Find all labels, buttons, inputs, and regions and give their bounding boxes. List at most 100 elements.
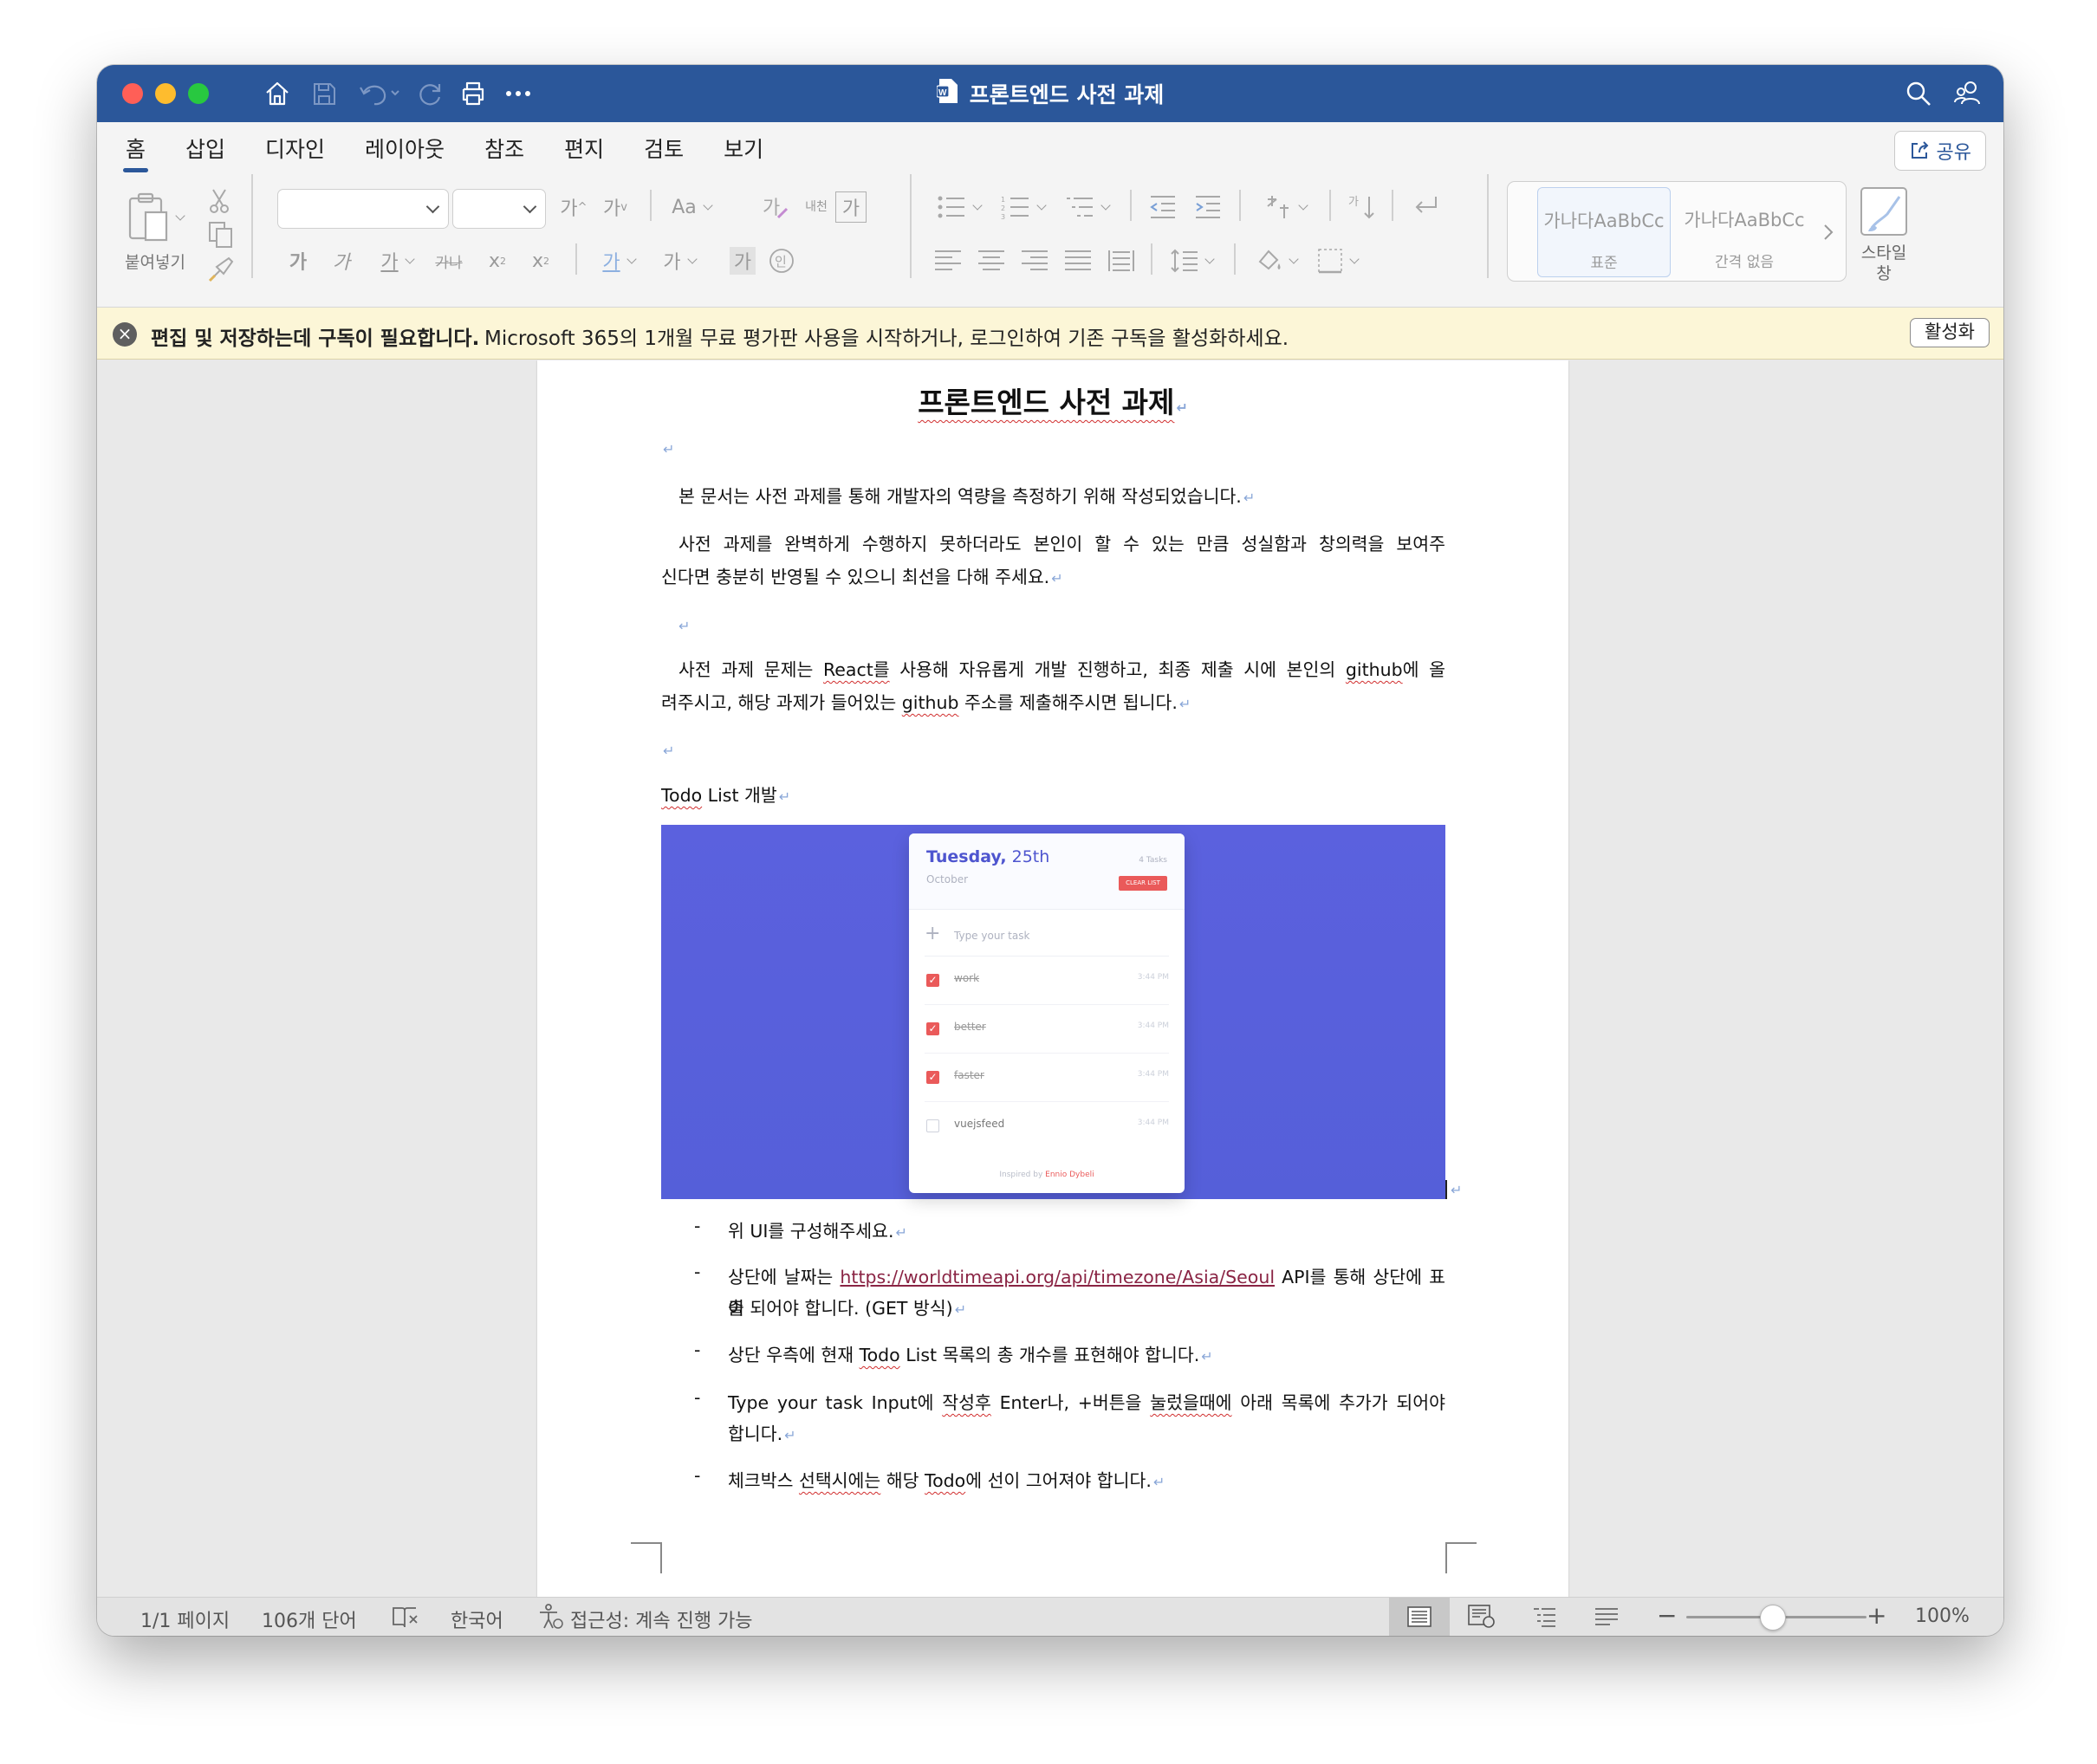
print-icon[interactable] (456, 77, 490, 110)
text-effects-button[interactable]: 가 (593, 243, 645, 278)
superscript-button[interactable]: x2 (525, 243, 556, 278)
shrink-font-button[interactable]: 가v (596, 190, 634, 224)
activate-button[interactable]: 활성화 (1910, 318, 1990, 347)
word-document-icon: W (936, 78, 959, 109)
tab-layout[interactable]: 레이아웃 (345, 134, 464, 172)
tab-home[interactable]: 홈 (106, 134, 166, 172)
p3-text: 려주시고, 해당 과제가 들어있는 (661, 692, 902, 713)
asian-layout-icon[interactable] (1258, 190, 1312, 224)
align-left-icon[interactable] (931, 243, 965, 278)
align-right-icon[interactable] (1017, 243, 1052, 278)
tab-mailings[interactable]: 편지 (544, 134, 624, 172)
save-icon[interactable] (307, 77, 341, 110)
todo-item: vuejsfeed 3:44 PM (925, 1102, 1169, 1151)
zoom-window-button[interactable] (188, 83, 209, 104)
section-rest: List 개발 (702, 785, 777, 806)
more-options-icon[interactable] (501, 77, 536, 110)
justify-icon[interactable] (1061, 243, 1095, 278)
svg-text:가: 가 (1348, 196, 1359, 209)
style-no-spacing[interactable]: 가나다AaBbCc 간격 없음 (1678, 187, 1811, 277)
zoom-in-icon[interactable]: + (1867, 1601, 1886, 1630)
chevron-right-icon[interactable] (1818, 215, 1839, 250)
proofing-icon[interactable] (392, 1605, 421, 1634)
outline-view-icon[interactable] (1514, 1598, 1574, 1636)
undo-icon[interactable] (354, 77, 402, 110)
bold-button[interactable]: 가 (282, 243, 314, 278)
account-icon[interactable] (1950, 77, 1984, 110)
character-shading-button[interactable]: 가 (730, 247, 756, 275)
accessibility-icon[interactable] (537, 1604, 563, 1635)
paste-icon[interactable] (123, 190, 185, 245)
multilevel-list-icon[interactable] (1059, 190, 1114, 224)
copy-icon[interactable] (205, 219, 237, 250)
todo-day: Tuesday, (926, 847, 1007, 866)
tab-insert[interactable]: 삽입 (166, 134, 245, 172)
close-window-button[interactable] (122, 83, 143, 104)
share-button[interactable]: 공유 (1893, 131, 1986, 171)
decrease-indent-icon[interactable] (1146, 190, 1180, 224)
zoom-slider-handle[interactable] (1760, 1605, 1786, 1631)
p3-text: 사용해 자유롭게 개발 진행하고, 최종 제출 시에 본인의 (889, 659, 1346, 680)
paste-label: 붙여넣기 (125, 252, 185, 272)
worldtimeapi-link[interactable]: https://worldtimeapi.org/api/timezone/As… (840, 1267, 1275, 1287)
tab-references[interactable]: 참조 (464, 134, 544, 172)
italic-button[interactable]: 가 (326, 243, 357, 278)
todo-item: ✓ faster 3:44 PM (925, 1054, 1169, 1102)
clear-formatting-icon[interactable]: 가 (757, 188, 795, 226)
font-name-dropdown[interactable] (277, 189, 449, 229)
draft-view-icon[interactable] (1576, 1598, 1637, 1636)
borders-icon[interactable] (1310, 243, 1364, 278)
todo-app-screenshot[interactable]: Tuesday, 25th October 4 Tasks CLEAR LIST… (661, 825, 1445, 1199)
line-spacing-icon[interactable] (1165, 243, 1218, 278)
zoom-level[interactable]: 100% (1915, 1605, 1970, 1627)
show-formatting-marks-icon[interactable] (1406, 190, 1444, 224)
search-icon[interactable] (1901, 77, 1936, 110)
format-painter-icon[interactable] (205, 254, 237, 285)
subscript-button[interactable]: x2 (482, 243, 513, 278)
increase-indent-icon[interactable] (1191, 190, 1225, 224)
style-normal[interactable]: 가나다AaBbCc 표준 (1537, 187, 1671, 277)
bullets-icon[interactable] (931, 190, 986, 224)
accessibility-status[interactable]: 접근성: 계속 진행 가능 (570, 1605, 753, 1633)
svg-text:W: W (938, 88, 947, 98)
window-title: 프론트엔드 사전 과제 (969, 82, 1165, 107)
document-area[interactable]: 프론트엔드 사전 과제 ↵ ↵ 본 문서는 사전 과제를 통해 개발자의 역량을 … (97, 360, 2003, 1597)
close-notice-icon[interactable]: × (113, 322, 137, 347)
document-page[interactable]: 프론트엔드 사전 과제 ↵ ↵ 본 문서는 사전 과제를 통해 개발자의 역량을 … (537, 360, 1568, 1597)
underline-button[interactable]: 가 (371, 243, 423, 278)
distributed-icon[interactable] (1104, 243, 1139, 278)
todo-add-row: + Type your task (925, 918, 1169, 957)
strikethrough-button[interactable]: 가나 (430, 243, 468, 278)
list-item-squiggle: 선택시에는 (798, 1470, 881, 1491)
tab-view[interactable]: 보기 (704, 134, 783, 172)
zoom-out-icon[interactable]: − (1657, 1601, 1677, 1630)
enclosed-character-icon[interactable]: 인 (766, 245, 797, 276)
cut-icon[interactable] (205, 186, 234, 216)
checkbox-checked-icon: ✓ (926, 1022, 939, 1035)
home-icon[interactable] (260, 77, 295, 110)
section-todo: Todo (661, 785, 703, 806)
align-center-icon[interactable] (974, 243, 1009, 278)
print-layout-view-icon[interactable] (1389, 1598, 1450, 1636)
enclose-characters-button[interactable]: 가 (835, 191, 867, 223)
word-count[interactable]: 106개 단어 (262, 1605, 357, 1633)
styles-pane-icon[interactable] (1858, 186, 1910, 238)
web-layout-view-icon[interactable] (1451, 1598, 1512, 1636)
sort-icon[interactable]: 가 (1345, 190, 1380, 224)
shading-icon[interactable] (1250, 243, 1303, 278)
todo-item-time: 3:44 PM (1137, 973, 1169, 982)
highlight-button[interactable]: 가 (653, 243, 705, 278)
minimize-window-button[interactable] (155, 83, 176, 104)
tab-review[interactable]: 검토 (624, 134, 704, 172)
redo-icon[interactable] (412, 77, 447, 110)
phonetic-guide-button[interactable]: 내천 (799, 190, 834, 224)
grow-font-button[interactable]: 가 ^ (555, 190, 593, 224)
todo-item: ✓ better 3:44 PM (925, 1005, 1169, 1054)
change-case-button[interactable]: Aa (665, 190, 717, 224)
shrink-font-label: 가 (603, 198, 621, 220)
language[interactable]: 한국어 (451, 1605, 503, 1633)
font-size-dropdown[interactable] (452, 189, 546, 229)
tab-design[interactable]: 디자인 (245, 134, 345, 172)
numbering-icon[interactable]: 123 (995, 190, 1050, 224)
page-count[interactable]: 1/1 페이지 (140, 1605, 230, 1633)
